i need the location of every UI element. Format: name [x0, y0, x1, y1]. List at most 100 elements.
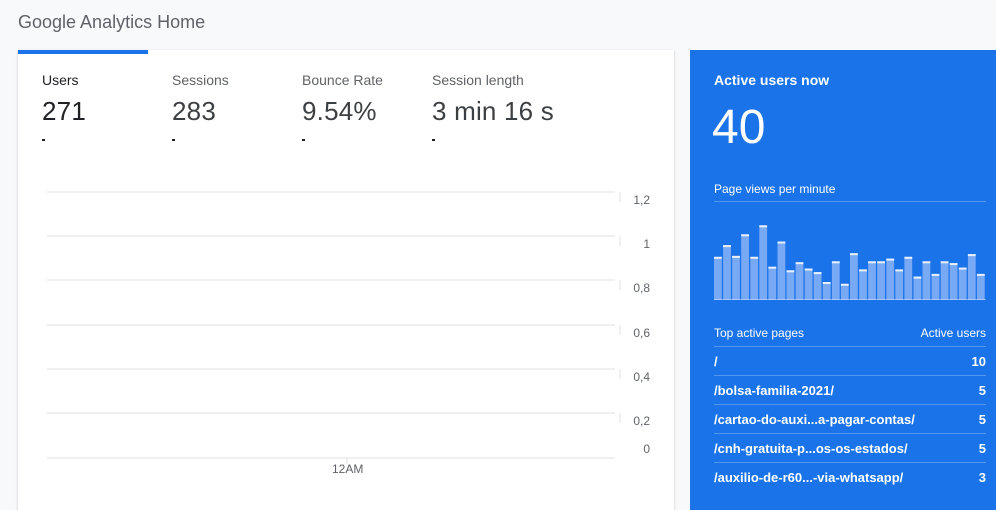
chart-grid: [47, 191, 621, 464]
page-views-bar: [831, 261, 840, 300]
page-active-users: 10: [971, 353, 986, 369]
page-views-bar: [967, 254, 976, 300]
page-views-bar-cap: [895, 269, 904, 272]
selected-metric-indicator: [18, 50, 148, 54]
active-users-count: 40: [712, 101, 766, 154]
page-views-bar-cap: [822, 282, 831, 284]
page-views-bar-cap: [913, 276, 922, 279]
top-page-row[interactable]: / 10: [714, 346, 986, 375]
y-tick-label: 1: [643, 237, 650, 251]
page-views-bar-cap: [777, 241, 786, 244]
page-active-users: 3: [978, 469, 986, 485]
page-views-bar-cap: [904, 256, 913, 259]
page-views-bar: [913, 276, 922, 300]
page-views-bar: [931, 273, 940, 300]
page-views-bar: [741, 234, 749, 300]
divider: [714, 201, 986, 202]
page-views-bar-cap: [831, 261, 840, 264]
page-views-bar: [732, 255, 740, 300]
page-views-bar: [958, 267, 967, 300]
page-views-bar-cap: [786, 270, 795, 273]
page-views-bar-cap: [958, 267, 967, 270]
page-views-bar: [768, 266, 777, 300]
page-views-bar: [850, 253, 858, 300]
page-views-bar: [922, 261, 931, 300]
page-views-bar-cap: [859, 269, 867, 272]
page-views-bar: [795, 262, 804, 300]
page-views-bar-cap: [868, 261, 876, 264]
page-path: /cnh-gratuita-p...os-os-estados/: [714, 440, 908, 456]
page-views-bar: [750, 256, 759, 300]
y-tick-label: 0,6: [633, 326, 650, 340]
metric-trend-marker: [302, 139, 305, 141]
page-active-users: 5: [978, 382, 986, 398]
metric-tab-users[interactable]: Users 271: [42, 72, 172, 141]
page-path: /: [714, 353, 718, 369]
page-views-bar-cap: [804, 268, 813, 271]
top-page-row[interactable]: /cnh-gratuita-p...os-os-estados/ 5: [714, 433, 986, 462]
page-views-bar-cap: [840, 283, 849, 286]
realtime-title: Active users now: [714, 72, 830, 88]
page-views-bar-cap: [886, 258, 895, 261]
page-views-bar: [804, 268, 813, 300]
page-views-bar-cap: [940, 261, 949, 264]
page-views-bar-cap: [967, 254, 976, 257]
page-views-bar: [714, 256, 722, 300]
page-path: /cartao-do-auxi...a-pagar-contas/: [714, 411, 915, 427]
page-views-bar: [723, 245, 731, 300]
metric-value: 9.54%: [302, 96, 377, 126]
x-tick-label: 12AM: [332, 462, 364, 476]
metric-trend-marker: [172, 139, 175, 141]
page-views-bar-cap: [750, 256, 759, 259]
top-page-row[interactable]: /cartao-do-auxi...a-pagar-contas/ 5: [714, 404, 986, 433]
page-views-bar: [759, 225, 768, 300]
overview-card: Users 271 Sessions 283 Bounce Rate 9.54%…: [18, 50, 674, 510]
page-views-bar-cap: [723, 245, 731, 248]
users-chart: 1,2 1 0,8 0,6 0,4 0,2 0 12AM: [18, 180, 674, 480]
page-views-bar: [904, 256, 913, 300]
page-views-bar-cap: [922, 261, 931, 264]
page-views-bar: [786, 270, 795, 300]
page-views-bar-cap: [877, 261, 885, 264]
top-page-row[interactable]: /auxilio-de-r60...-via-whatsapp/ 3: [714, 462, 986, 491]
metric-trend-marker: [42, 139, 45, 141]
page-views-bar: [976, 273, 985, 300]
page-views-bar-cap: [813, 272, 822, 275]
page-views-bar: [868, 261, 876, 300]
page-views-bar: [895, 269, 904, 300]
page-views-bar-cap: [949, 263, 958, 266]
page-views-bar-cap: [714, 256, 722, 259]
metric-tab-bounce-rate[interactable]: Bounce Rate 9.54%: [302, 72, 432, 141]
page-views-subtitle: Page views per minute: [714, 182, 836, 196]
metric-value: 271: [42, 96, 86, 126]
top-pages-header: Top active pages Active users: [714, 326, 986, 340]
metric-tab-session-length[interactable]: Session length 3 min 16 s: [432, 72, 632, 141]
page-views-bar-chart: [714, 225, 985, 300]
y-tick-label: 0: [643, 442, 650, 456]
y-tick-label: 0,8: [633, 281, 650, 295]
y-tick-label: 1,2: [633, 193, 650, 207]
metric-label: Bounce Rate: [302, 72, 383, 88]
top-pages-header-label: Top active pages: [714, 326, 805, 340]
page-active-users: 5: [978, 411, 986, 427]
page-views-bar-cap: [931, 273, 940, 276]
page-views-bar: [859, 269, 867, 300]
page-views-bar-cap: [759, 225, 768, 228]
metric-value: 283: [172, 96, 216, 126]
page-views-bar: [777, 241, 786, 300]
page-views-bar: [886, 258, 895, 300]
top-page-row[interactable]: /bolsa-familia-2021/ 5: [714, 375, 986, 404]
metric-tab-sessions[interactable]: Sessions 283: [172, 72, 302, 141]
page-views-bar: [813, 272, 822, 300]
y-tick-label: 0,2: [633, 414, 650, 428]
page-views-bar: [877, 261, 885, 300]
page-views-bar: [949, 263, 958, 300]
page-views-bar-cap: [768, 266, 777, 269]
realtime-card[interactable]: Active users now 40 Page views per minut…: [690, 50, 996, 510]
page-views-bar: [840, 283, 849, 300]
metric-label: Users: [42, 72, 79, 88]
page-views-bar: [822, 282, 831, 300]
page-path: /bolsa-familia-2021/: [714, 382, 834, 398]
active-users-header-label: Active users: [920, 326, 986, 340]
metric-trend-marker: [432, 139, 435, 141]
